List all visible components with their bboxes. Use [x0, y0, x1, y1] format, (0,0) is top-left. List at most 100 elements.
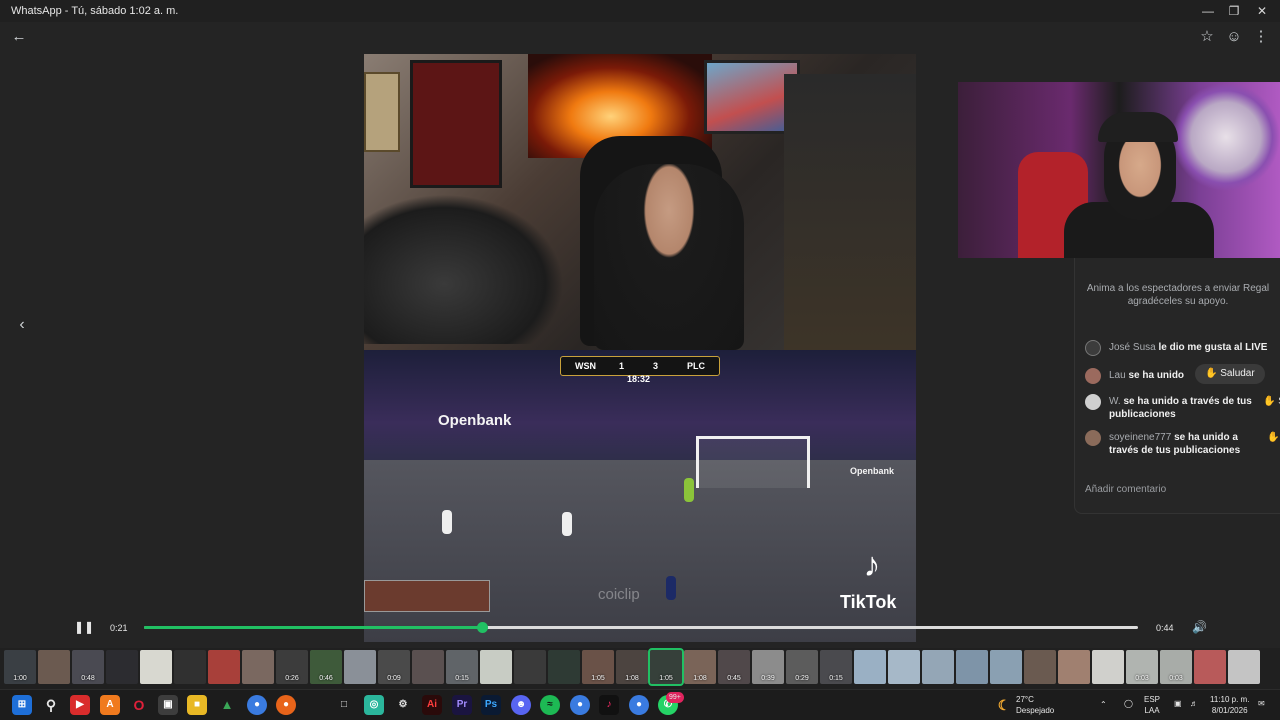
microphone-icon[interactable]: ◯ [1124, 698, 1133, 709]
media-thumbnail[interactable] [140, 650, 172, 684]
chrome-icon[interactable]: ● [247, 695, 267, 715]
media-thumbnail[interactable] [956, 650, 988, 684]
network-icon[interactable]: ▣ [1174, 698, 1182, 709]
progress-handle[interactable] [476, 622, 488, 633]
add-comment-input[interactable]: Añadir comentario [1085, 484, 1166, 495]
illustrator-icon[interactable]: Ai [422, 695, 442, 715]
wave-button[interactable]: ✋ S [1263, 396, 1280, 407]
close-icon[interactable]: ✕ [1250, 2, 1274, 20]
back-arrow-icon[interactable]: ← [8, 26, 30, 48]
windows-taskbar: ⊞ ⚲ ▶ A O ▣ ■ ▲ ● ● □ ◎ ⚙ Ai Pr Ps ☻ ≈ ●… [0, 689, 1280, 720]
media-thumbnail[interactable]: 0:46 [310, 650, 342, 684]
progress-bar[interactable] [144, 622, 1138, 633]
saludar-button[interactable]: ✋ Saludar [1195, 364, 1265, 384]
media-thumbnail[interactable] [1024, 650, 1056, 684]
clip-strip [364, 580, 490, 612]
encourage-line-1: Anima a los espectadores a enviar Regal [1086, 283, 1270, 294]
media-thumbnail[interactable] [1058, 650, 1090, 684]
chrome-icon[interactable]: ● [629, 695, 649, 715]
search-icon[interactable]: ⚲ [41, 695, 61, 715]
wave-button[interactable]: ✋ S [1267, 432, 1280, 443]
chrome-icon[interactable]: ● [570, 695, 590, 715]
firefox-icon[interactable]: ● [276, 695, 296, 715]
file-icon[interactable]: □ [334, 695, 354, 715]
chevron-up-icon[interactable]: ⌃ [1100, 699, 1107, 710]
media-thumbnail[interactable]: 0:48 [72, 650, 104, 684]
opera-icon[interactable]: O [129, 695, 149, 715]
clock-date: 8/01/2026 [1211, 706, 1248, 715]
language-indicator[interactable]: ESP LAA [1144, 694, 1160, 716]
media-thumbnail[interactable]: 0:29 [786, 650, 818, 684]
media-thumbnail[interactable]: 0:15 [446, 650, 478, 684]
media-thumbnail[interactable] [854, 650, 886, 684]
media-thumbnail[interactable] [1194, 650, 1226, 684]
progress-fill [144, 626, 482, 629]
media-thumbnail[interactable] [514, 650, 546, 684]
language-code: ESP [1144, 695, 1161, 704]
media-thumbnail[interactable]: 0:39 [752, 650, 784, 684]
app-icon[interactable]: ◎ [364, 695, 384, 715]
goal [696, 436, 810, 488]
star-icon[interactable]: ☆ [1196, 26, 1218, 48]
media-thumbnail[interactable] [242, 650, 274, 684]
window-title: WhatsApp - Tú, sábado 1:02 a. m. [11, 5, 179, 17]
media-thumbnail[interactable] [990, 650, 1022, 684]
media-thumbnail[interactable]: 0:15 [820, 650, 852, 684]
notification-icon[interactable]: ✉ [1258, 698, 1265, 709]
media-thumbnail[interactable] [208, 650, 240, 684]
media-thumbnail[interactable]: 0:45 [718, 650, 750, 684]
media-thumbnail[interactable]: 1:00 [4, 650, 36, 684]
thumbnail-duration: 0:09 [387, 675, 401, 682]
media-thumbnail[interactable]: 0:03 [1126, 650, 1158, 684]
media-thumbnail[interactable] [480, 650, 512, 684]
media-thumbnail[interactable]: 0:26 [276, 650, 308, 684]
media-thumbnail[interactable] [1228, 650, 1260, 684]
pause-icon[interactable]: ❚❚ [74, 620, 94, 634]
media-thumbnail[interactable] [38, 650, 70, 684]
media-thumbnail[interactable] [922, 650, 954, 684]
media-thumbnail[interactable] [174, 650, 206, 684]
folder-icon[interactable]: ■ [187, 695, 207, 715]
drive-icon[interactable]: ▲ [217, 695, 237, 715]
comment-user: soyeinene777 [1109, 432, 1172, 443]
store-icon[interactable]: ▣ [158, 695, 178, 715]
chevron-left-icon[interactable]: ‹ [12, 316, 32, 334]
media-thumbnail[interactable]: 1:05 [582, 650, 614, 684]
media-thumbnail[interactable]: 1:05 [648, 648, 684, 686]
thumbnail-duration: 1:05 [591, 675, 605, 682]
streamer-cap [1098, 112, 1178, 142]
tiktok-app-icon[interactable]: ♪ [599, 695, 619, 715]
volume-icon[interactable]: 🔊 [1192, 620, 1207, 634]
discord-icon[interactable]: ☻ [511, 695, 531, 715]
speaker-icon[interactable]: ♬ [1190, 698, 1198, 709]
scoreboard: WSN 1 3 PLC [560, 356, 720, 376]
premiere-icon[interactable]: Pr [452, 695, 472, 715]
weather-widget[interactable]: 27°C Despejado [1016, 694, 1054, 716]
media-thumbnail[interactable]: 0:09 [378, 650, 410, 684]
app-icon[interactable]: ⚙ [393, 695, 413, 715]
minimize-icon[interactable]: — [1196, 2, 1220, 20]
photoshop-icon[interactable]: Ps [481, 695, 501, 715]
smiley-icon[interactable]: ☺ [1223, 26, 1245, 48]
video-frame[interactable]: Openbank Openbank WSN 1 3 PLC 18:32 coic… [364, 54, 916, 642]
comment-message: le dio me gusta al LIVE [1158, 342, 1268, 353]
sponsor-banner-small: Openbank [850, 466, 895, 476]
media-thumbnail[interactable] [888, 650, 920, 684]
maximize-icon[interactable]: ❐ [1222, 2, 1246, 20]
media-thumbnail[interactable] [344, 650, 376, 684]
app-icon[interactable]: A [100, 695, 120, 715]
clock[interactable]: 11:10 p. m. 8/01/2026 [1210, 694, 1249, 716]
media-thumbnail[interactable] [1092, 650, 1124, 684]
media-thumbnail[interactable]: 0:03 [1160, 650, 1192, 684]
spotify-icon[interactable]: ≈ [540, 695, 560, 715]
more-options-icon[interactable]: ⋮ [1250, 26, 1272, 48]
current-time: 0:21 [110, 623, 128, 633]
app-icon[interactable]: ▶ [70, 695, 90, 715]
media-thumbnail[interactable]: 1:08 [684, 650, 716, 684]
start-icon[interactable]: ⊞ [12, 695, 32, 715]
media-thumbnail[interactable] [412, 650, 444, 684]
media-thumbnail[interactable] [548, 650, 580, 684]
media-thumbnail[interactable] [106, 650, 138, 684]
media-thumbnail[interactable]: 1:08 [616, 650, 648, 684]
thumbnail-duration: 0:15 [455, 675, 469, 682]
